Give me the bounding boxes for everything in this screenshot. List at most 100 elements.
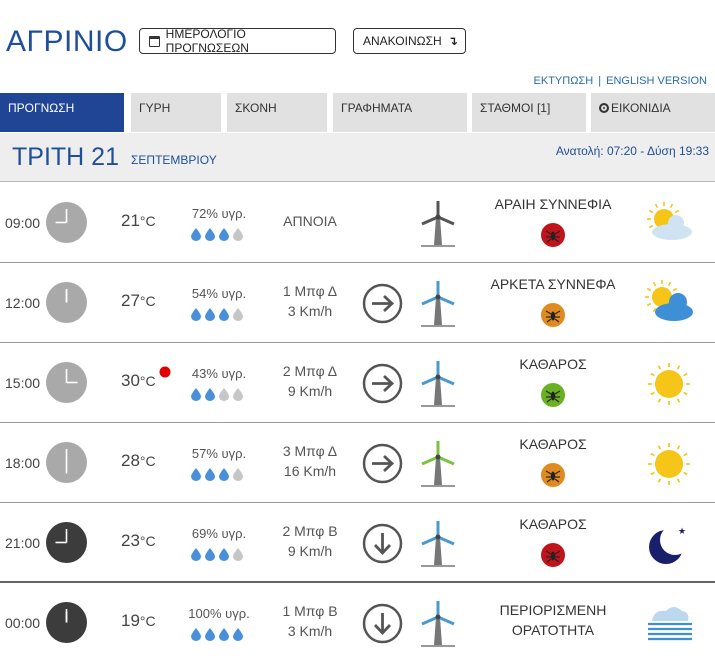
humidity-drop-icon [219,388,229,401]
forecast-time: 12:00 [5,295,41,311]
tab-bar: ΠΡΟΓΝΩΣΗ ΓΥΡΗ ΣΚΟΝΗ ΓΡΑΦΗΜΑΤΑ ΣΤΑΘΜΟΙ [1… [0,93,715,132]
wind-turbine-icon [421,281,455,327]
arrow-down-icon: ↴ [447,34,458,48]
humidity-drop-icon [191,228,201,241]
print-link[interactable]: ΕΚΤΥΠΩΣΗ [534,75,594,87]
humidity-drop-icon [205,468,215,481]
wind-beaufort: 2 Μπφ Β [282,523,338,539]
wind-direction-arrow-icon [362,363,403,404]
clock-icon [46,202,87,243]
humidity-label: 72% υγρ. [191,206,247,221]
wind-beaufort: 1 Μπφ Β [282,603,338,619]
forecast-table: 09:00 21°C 72% υγρ. ΑΠΝΟΙΑ ΑΡΑΙΗ ΣΥΝΝΕΦΙ… [0,183,715,662]
temperature: 30°C [121,371,156,390]
mosquito-risk-icon [541,543,565,567]
top-links: ΕΚΤΥΠΩΣΗ | ENGLISH VERSION [534,75,707,87]
wind-speed: 9 Km/h [287,543,333,559]
condition-text: ΚΑΘΑΡΟΣ [519,516,587,532]
day-name: ΤΡΙΤΗ 21 [12,143,119,171]
wind-info: 2 Μπφ Β 9 Km/h [262,521,358,561]
condition-text: ΠΕΡΙΟΡΙΣΜΕΝΗ ΟΡΑΤΟΤΗΤΑ [499,602,607,638]
wind-turbine-icon [421,361,455,407]
wind-turbine-icon [421,601,455,647]
humidity-drop-icon [205,228,215,241]
forecast-row: 00:00 19°C 100% υγρ. 1 Μπφ Β 3 Km/h ΠΕΡΙ… [0,583,715,662]
humidity-label: 100% υγρ. [188,606,250,621]
sun-clouds-icon [645,280,693,321]
humidity-label: 57% υγρ. [191,446,247,461]
humidity-drops [191,628,243,641]
humidity-drop-icon [233,468,243,481]
clock-icon [46,282,87,323]
day-month: ΣΕΠΤΕΜΒΡΙΟΥ [131,153,217,167]
humidity-drop-icon [233,228,243,241]
calendar-icon [149,35,160,47]
wind-turbine-icon [421,201,455,247]
condition-text: ΑΡΑΙΗ ΣΥΝΝΕΦΙΑ [494,196,612,212]
forecast-row: 09:00 21°C 72% υγρ. ΑΠΝΟΙΑ ΑΡΑΙΗ ΣΥΝΝΕΦΙ… [0,183,715,263]
humidity-drop-icon [233,308,243,321]
clock-icon [46,522,87,563]
forecast-row: 18:00 28°C 57% υγρ. 3 Μπφ Δ 16 Km/h ΚΑΘΑ… [0,423,715,503]
wind-direction-arrow-icon [362,443,403,484]
wind-speed: 16 Km/h [283,463,337,479]
forecast-calendar-button[interactable]: ΗΜΕΡΟΛΟΓΙΟ ΠΡΟΓΝΩΣΕΩΝ [139,27,336,55]
tab-dust[interactable]: ΣΚΟΝΗ [227,93,327,132]
humidity-drop-icon [219,548,229,561]
sun-icon [648,443,690,485]
humidity-drop-icon [233,628,243,641]
temperature: 27°C [121,291,156,310]
tab-charts[interactable]: ΓΡΑΦΗΜΑΤΑ [333,93,467,132]
tab-icons[interactable]: ΕΙΚΟΝΙΔΙΑ [591,93,715,132]
humidity-drop-icon [233,388,243,401]
heat-alert-dot-icon [159,366,171,378]
humidity-drops [191,468,243,481]
tab-pollen[interactable]: ΓΥΡΗ [131,93,221,132]
humidity-drop-icon [205,628,215,641]
forecast-time: 18:00 [5,455,41,471]
city-title: ΑΓΡΙΝΙΟ [6,25,128,58]
announcement-label: ΑΝΑΚΟΙΝΩΣΗ [363,34,442,48]
wind-direction-arrow-icon [362,523,403,564]
mosquito-risk-icon [541,383,565,407]
svg-text:★: ★ [678,526,686,536]
temperature: 28°C [121,451,156,470]
wind-speed: 3 Km/h [287,303,333,319]
wind-info: 1 Μπφ Δ 3 Km/h [262,281,358,321]
forecast-row: 12:00 27°C 54% υγρ. 1 Μπφ Δ 3 Km/h ΑΡΚΕΤ… [0,263,715,343]
mosquito-risk-icon [541,223,565,247]
humidity-drop-icon [205,548,215,561]
sun-light-cloud-icon [647,202,692,240]
wind-turbine-icon [421,441,455,487]
sun-icon [648,363,690,405]
wind-direction-arrow-icon [362,283,403,324]
wind-beaufort: 1 Μπφ Δ [282,283,338,299]
forecast-calendar-label: ΗΜΕΡΟΛΟΓΙΟ ΠΡΟΓΝΩΣΕΩΝ [165,27,249,55]
condition-text: ΚΑΘΑΡΟΣ [519,436,587,452]
tab-stations[interactable]: ΣΤΑΘΜΟΙ [1] [472,93,586,132]
clock-icon [46,362,87,403]
clock-icon [46,442,87,483]
clock-icon [46,602,87,643]
forecast-time: 21:00 [5,535,41,551]
english-version-link[interactable]: ENGLISH VERSION [606,75,707,87]
humidity-drop-icon [191,308,201,321]
wind-info: 3 Μπφ Δ 16 Km/h [262,441,358,481]
humidity-drop-icon [191,468,201,481]
tab-forecast[interactable]: ΠΡΟΓΝΩΣΗ [0,93,124,132]
humidity-label: 54% υγρ. [191,286,247,301]
wind-beaufort: 2 Μπφ Δ [282,363,338,379]
temperature: 19°C [121,611,156,630]
announcement-button[interactable]: ΑΝΑΚΟΙΝΩΣΗ ↴ [353,28,466,54]
humidity-drops [191,308,243,321]
forecast-time: 15:00 [5,375,41,391]
day-header: ΤΡΙΤΗ 21 ΣΕΠΤΕΜΒΡΙΟΥ Ανατολή: 07:20 - Δύ… [0,133,715,182]
humidity-drop-icon [191,388,201,401]
humidity-label: 43% υγρ. [191,366,247,381]
temperature: 23°C [121,531,156,550]
humidity-drops [191,548,243,561]
humidity-drop-icon [219,628,229,641]
forecast-time: 00:00 [5,615,41,631]
forecast-row: 21:00 23°C 69% υγρ. 2 Μπφ Β 9 Km/h ΚΑΘΑΡ… [0,503,715,583]
humidity-drop-icon [219,228,229,241]
